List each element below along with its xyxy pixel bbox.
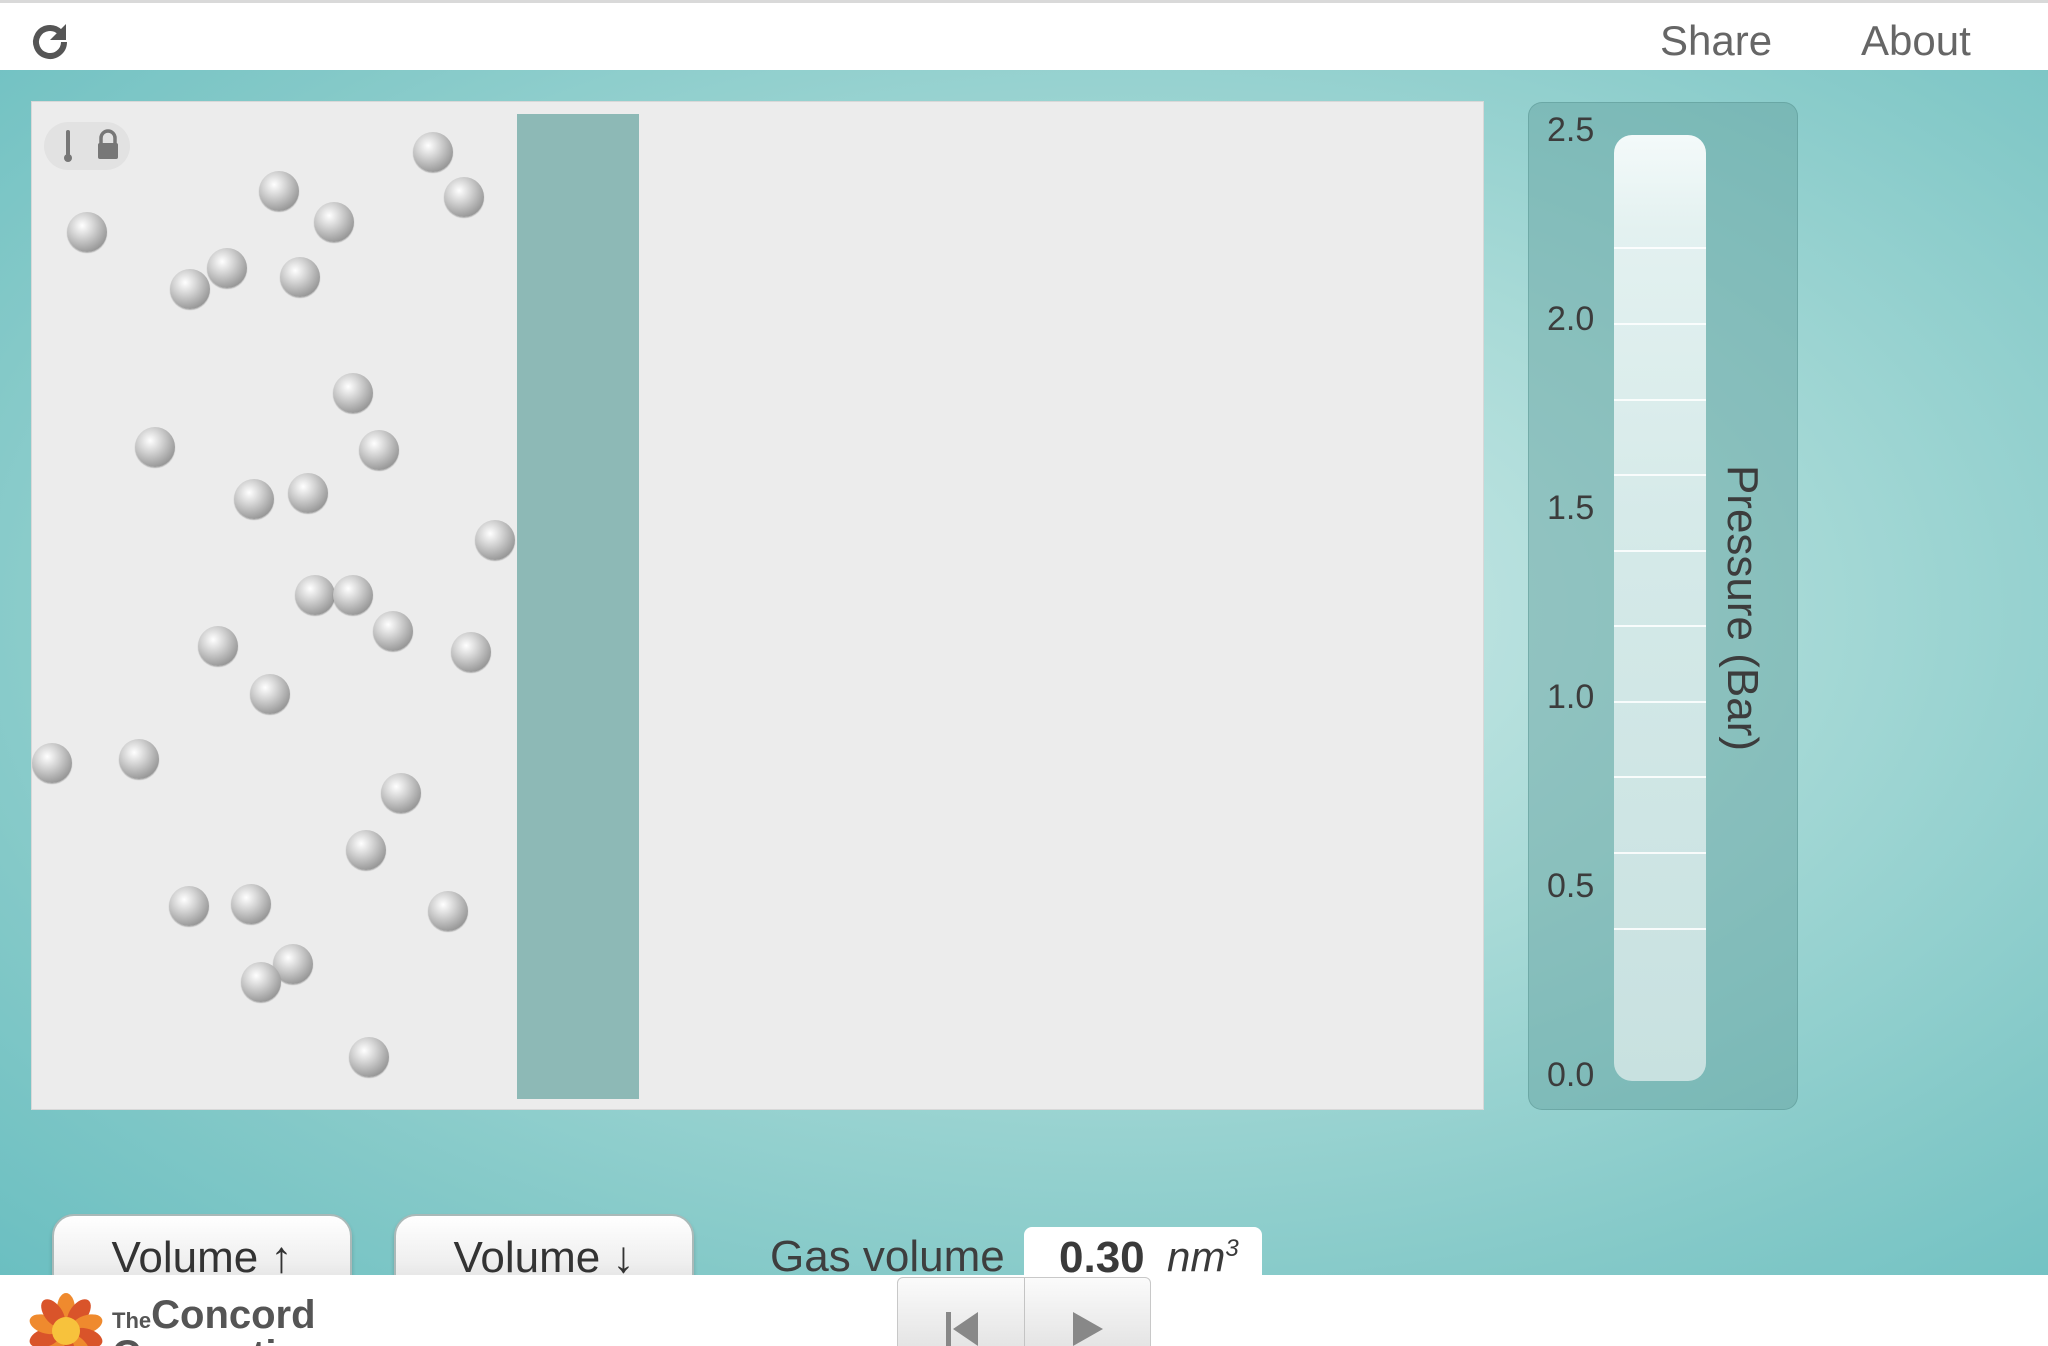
gas-atom (169, 886, 209, 926)
gauge-gridline (1614, 776, 1706, 778)
gauge-tick-label: 1.0 (1547, 678, 1595, 716)
gas-atom (381, 773, 421, 813)
gas-atom (241, 962, 281, 1002)
pressure-tube (1614, 135, 1706, 1081)
gauge-gridline (1614, 399, 1706, 401)
gas-volume-unit-base: nm (1167, 1233, 1226, 1280)
playback-controls (897, 1277, 1151, 1346)
reset-to-start-button[interactable] (898, 1278, 1024, 1346)
logo-line2: Consortium (112, 1335, 336, 1346)
gas-volume-unit: nm3 (1167, 1233, 1239, 1281)
logo-small-text: The (112, 1308, 152, 1333)
concord-logo-text: TheConcord Consortium (112, 1295, 336, 1346)
gauge-gridline (1614, 323, 1706, 325)
gauge-gridline (1614, 474, 1706, 476)
footer: TheConcord Consortium (0, 1275, 2048, 1346)
gas-container[interactable] (31, 101, 1484, 1110)
gas-atom (451, 632, 491, 672)
gauge-tick-label: 2.5 (1547, 111, 1595, 149)
gas-atom (280, 257, 320, 297)
gauge-gridline (1614, 852, 1706, 854)
thermometer-icon[interactable] (48, 122, 88, 170)
tool-tray (44, 122, 130, 170)
gas-atom (198, 626, 238, 666)
gas-atom (234, 479, 274, 519)
gauge-gridline (1614, 928, 1706, 930)
gas-atom (231, 884, 271, 924)
gauge-tick-label: 0.0 (1547, 1056, 1595, 1094)
gas-atom (250, 674, 290, 714)
gas-atom (428, 891, 468, 931)
piston-wall[interactable] (517, 114, 639, 1099)
concord-logo-icon (24, 1283, 108, 1346)
gas-atom (207, 248, 247, 288)
about-link[interactable]: About (1861, 17, 1971, 65)
gas-atom (333, 575, 373, 615)
gas-atom (67, 212, 107, 252)
gas-atom (170, 269, 210, 309)
play-button[interactable] (1025, 1278, 1151, 1346)
lock-icon[interactable] (88, 122, 128, 170)
gauge-tick-label: 0.5 (1547, 867, 1595, 905)
gas-atom (32, 743, 72, 783)
gauge-title: Pressure (Bar) (1718, 464, 1767, 752)
gas-atom (295, 575, 335, 615)
logo-line1: Concord (151, 1293, 316, 1337)
gauge-tick-label: 2.0 (1547, 300, 1595, 338)
gas-atom (444, 177, 484, 217)
gas-atom (119, 739, 159, 779)
gas-atom (413, 132, 453, 172)
gas-atom (373, 611, 413, 651)
gas-atom (359, 430, 399, 470)
simulation-stage: 2.5 2.0 1.5 1.0 0.5 0.0 Pressure (Bar) V… (0, 70, 2048, 1302)
gauge-tick-label: 1.5 (1547, 489, 1595, 527)
gas-atom (288, 473, 328, 513)
gauge-gridline (1614, 247, 1706, 249)
gas-atom (314, 202, 354, 242)
gas-atom (333, 373, 373, 413)
gas-atom (346, 830, 386, 870)
gauge-gridline (1614, 550, 1706, 552)
gas-atom (259, 171, 299, 211)
share-link[interactable]: Share (1660, 17, 1772, 65)
gauge-gridline (1614, 625, 1706, 627)
reload-icon[interactable] (26, 18, 74, 66)
pressure-gauge: 2.5 2.0 1.5 1.0 0.5 0.0 Pressure (Bar) (1528, 102, 1798, 1110)
gas-atom (475, 520, 515, 560)
top-bar: Share About (0, 0, 2048, 70)
gas-volume-unit-exponent: 3 (1225, 1235, 1239, 1262)
gauge-gridline (1614, 701, 1706, 703)
gas-atom (135, 427, 175, 467)
gas-atom (349, 1037, 389, 1077)
